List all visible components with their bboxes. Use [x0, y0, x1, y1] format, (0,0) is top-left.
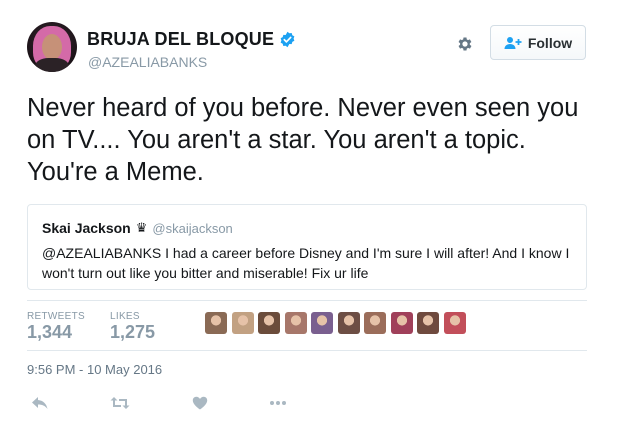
- stats-divider-top: [27, 300, 587, 301]
- likes-label[interactable]: LIKES: [110, 311, 140, 322]
- liker-avatar[interactable]: [205, 312, 227, 334]
- timestamp[interactable]: 9:56 PM - 10 May 2016: [27, 362, 162, 377]
- liker-avatar[interactable]: [443, 312, 466, 334]
- display-name-row: BRUJA DEL BLOQUE: [87, 29, 296, 50]
- user-handle[interactable]: @AZEALIABANKS: [88, 54, 207, 70]
- more-icon[interactable]: [268, 393, 288, 413]
- tweet-card: BRUJA DEL BLOQUE @AZEALIABANKS Follow Ne…: [0, 0, 620, 435]
- tweet-text: Never heard of you before. Never even se…: [27, 94, 579, 186]
- quoted-tweet-text: @AZEALIABANKS I had a career before Disn…: [42, 245, 570, 281]
- liker-avatar[interactable]: [337, 312, 360, 334]
- liker-avatar[interactable]: [364, 312, 386, 334]
- liker-avatar[interactable]: [390, 312, 413, 334]
- liker-avatar[interactable]: [284, 312, 307, 334]
- quoted-tweet-name: Skai Jackson: [42, 220, 131, 236]
- follow-button-label: Follow: [527, 34, 573, 51]
- retweet-icon[interactable]: [110, 393, 130, 413]
- quoted-tweet-header: Skai Jackson ♛ @skaijackson: [42, 220, 233, 236]
- gear-icon[interactable]: [456, 35, 474, 53]
- avatar[interactable]: [27, 22, 77, 72]
- heart-icon[interactable]: [190, 393, 210, 413]
- liker-avatar[interactable]: [258, 312, 280, 334]
- stats-divider-bottom: [27, 350, 587, 351]
- liker-avatar[interactable]: [231, 312, 254, 334]
- follow-button[interactable]: Follow: [490, 25, 586, 60]
- liker-avatar[interactable]: [417, 312, 439, 334]
- avatar-body: [35, 58, 69, 72]
- crown-icon: ♛: [135, 220, 148, 235]
- quoted-tweet-handle: @skaijackson: [152, 220, 233, 236]
- liker-avatars: [205, 312, 470, 334]
- reply-icon[interactable]: [30, 393, 50, 413]
- add-user-icon: [504, 36, 522, 49]
- retweets-label[interactable]: RETWEETS: [27, 311, 85, 322]
- verified-badge-icon: [280, 31, 295, 48]
- avatar-face: [42, 34, 62, 60]
- retweets-count[interactable]: 1,344: [27, 322, 72, 343]
- liker-avatar[interactable]: [311, 312, 333, 334]
- likes-count[interactable]: 1,275: [110, 322, 155, 343]
- display-name[interactable]: BRUJA DEL BLOQUE: [87, 29, 274, 50]
- quoted-tweet[interactable]: Skai Jackson ♛ @skaijackson @AZEALIABANK…: [27, 204, 587, 290]
